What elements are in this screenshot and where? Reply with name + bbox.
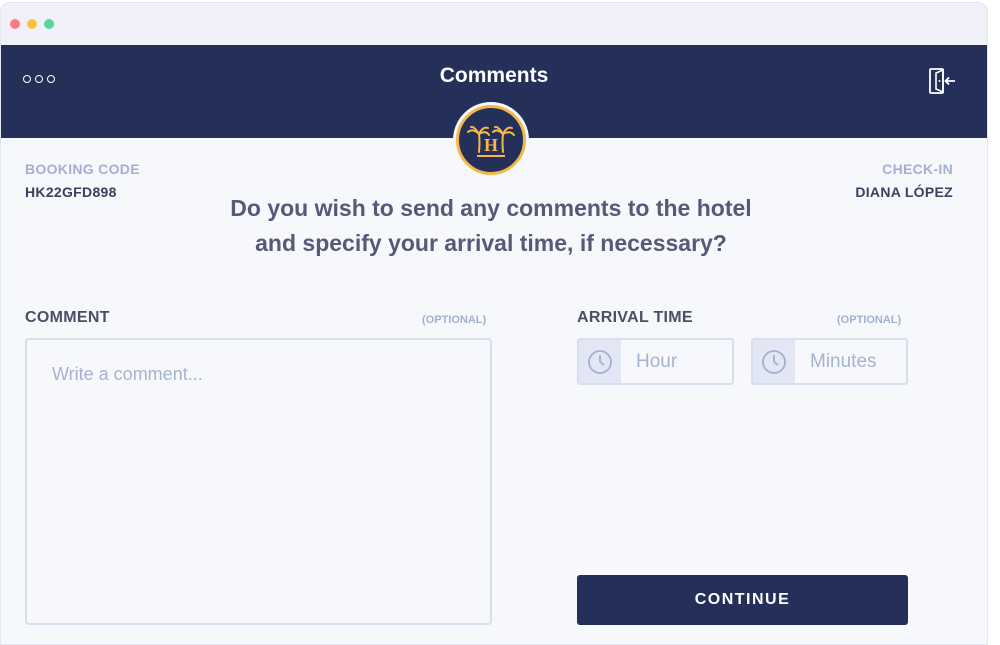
question-line-2: and specify your arrival time, if necess…: [255, 230, 727, 256]
page-title: Comments: [439, 64, 549, 87]
exit-door-icon[interactable]: [925, 65, 957, 97]
arrival-time-label: ARRIVAL TIME: [577, 309, 693, 326]
booking-code-label: BOOKING CODE: [25, 161, 140, 177]
comment-optional-note: (OPTIONAL): [422, 314, 487, 326]
close-window-dot[interactable]: [10, 19, 20, 29]
window-titlebar: [1, 3, 987, 45]
comment-label: COMMENT: [25, 309, 110, 326]
minimize-window-dot[interactable]: [27, 19, 37, 29]
clock-icon: [753, 340, 795, 383]
arrival-time-optional-note: (OPTIONAL): [837, 314, 902, 326]
question-heading: Do you wish to send any comments to the …: [161, 191, 821, 261]
hotel-logo: H: [456, 105, 526, 175]
app-window: Comments H BOOKING CODE HK22GFD898 CHECK…: [0, 2, 988, 645]
hour-field[interactable]: [577, 338, 734, 385]
clock-icon: [579, 340, 621, 383]
question-line-1: Do you wish to send any comments to the …: [230, 195, 752, 221]
continue-button[interactable]: CONTINUE: [577, 575, 908, 625]
svg-text:H: H: [484, 135, 498, 155]
check-in-label: CHECK-IN: [882, 161, 953, 177]
minutes-field[interactable]: [751, 338, 908, 385]
maximize-window-dot[interactable]: [44, 19, 54, 29]
hour-input[interactable]: [621, 340, 721, 383]
booking-code-value: HK22GFD898: [25, 184, 117, 200]
check-in-name: DIANA LÓPEZ: [855, 184, 953, 200]
palm-tree-icon: H: [467, 125, 515, 157]
minutes-input[interactable]: [795, 340, 895, 383]
comment-textarea[interactable]: [25, 338, 492, 625]
